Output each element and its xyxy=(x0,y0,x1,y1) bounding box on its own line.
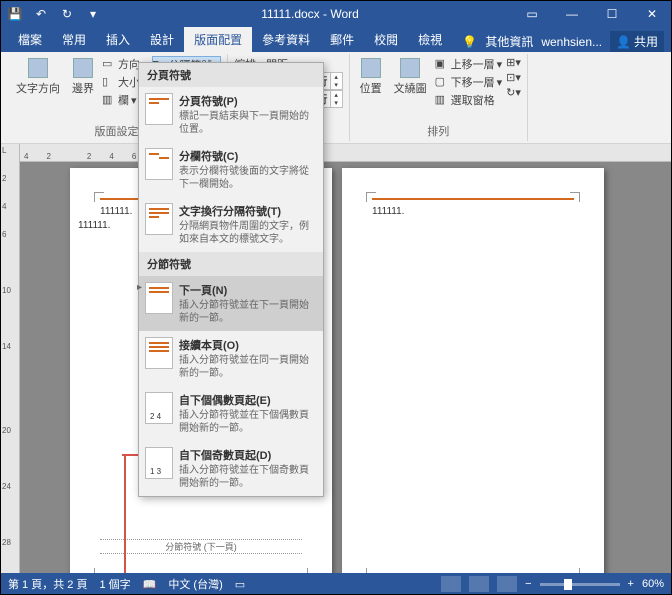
window-title: 11111.docx - Word xyxy=(108,7,512,21)
document-text-p2[interactable]: 111111. xyxy=(372,206,574,217)
wrap-text-button[interactable]: 文繞圖 xyxy=(390,56,431,108)
maximize-button[interactable]: ☐ xyxy=(592,0,632,28)
status-bar: 第 1 頁，共 2 頁 1 個字 📖 中文 (台灣) ▭ − + 60% xyxy=(0,573,672,595)
account-name[interactable]: wenhsien... xyxy=(541,35,602,49)
section-break-marker: 分節符號 (下一頁) xyxy=(100,539,302,554)
status-word-count[interactable]: 1 個字 xyxy=(99,576,130,592)
close-button[interactable]: ✕ xyxy=(632,0,672,28)
status-page[interactable]: 第 1 頁，共 2 頁 xyxy=(8,576,87,592)
ribbon: 文字方向 邊界 ▭方向▾ ▯大小▾ ▥欄▾ ≡分隔符號▾ 版面設定 縮排 →≡ … xyxy=(0,52,672,144)
selection-pane-button[interactable]: ▥選取窗格 xyxy=(435,92,503,108)
page-2[interactable]: 111111. xyxy=(342,168,604,573)
annotation-arrow xyxy=(124,454,126,573)
minimize-button[interactable]: — xyxy=(552,0,592,28)
dd-section-section-breaks: 分節符號 xyxy=(139,252,323,276)
text-direction-button[interactable]: 文字方向 xyxy=(12,56,64,108)
zoom-level[interactable]: 60% xyxy=(642,578,664,590)
align-button[interactable]: ⊞▾ xyxy=(506,56,521,69)
group-button[interactable]: ⊡▾ xyxy=(506,71,521,84)
tellme-icon[interactable]: 💡 xyxy=(462,35,477,49)
horizontal-ruler[interactable]: 4224630 xyxy=(20,144,672,162)
title-bar: 💾 ↶ ↻ ▾ 11111.docx - Word ▭ — ☐ ✕ xyxy=(0,0,672,28)
dd-item-even-page[interactable]: 2 4 自下個偶數頁起(E)插入分節符號並在下個偶數頁開始新的一節。 xyxy=(139,386,323,441)
view-print-layout[interactable] xyxy=(469,576,489,592)
tab-mailings[interactable]: 郵件 xyxy=(320,27,364,52)
position-button[interactable]: 位置 xyxy=(356,56,386,108)
dd-item-next-page[interactable]: 下一頁(N)插入分節符號並在下一頁開始新的一節。 xyxy=(139,276,323,331)
dd-item-column-break[interactable]: 分欄符號(C)表示分欄符號後面的文字將從下一欄開始。 xyxy=(139,142,323,197)
qa-more-button[interactable]: ▾ xyxy=(82,3,104,25)
tab-references[interactable]: 參考資料 xyxy=(252,27,320,52)
status-macro-icon[interactable]: ▭ xyxy=(235,578,245,591)
dd-item-odd-page[interactable]: 1 3 自下個奇數頁起(D)插入分節符號並在下個奇數頁開始新的一節。 xyxy=(139,441,323,496)
share-button[interactable]: 👤共用 xyxy=(610,31,664,52)
zoom-slider[interactable] xyxy=(540,583,620,586)
save-button[interactable]: 💾 xyxy=(4,3,26,25)
ribbon-tabs: 檔案 常用 插入 設計 版面配置 參考資料 郵件 校閱 檢視 💡 其他資訊 we… xyxy=(0,28,672,52)
quick-access-toolbar: 💾 ↶ ↻ ▾ xyxy=(0,3,108,25)
tab-insert[interactable]: 插入 xyxy=(96,27,140,52)
breaks-dropdown-menu: 分頁符號 分頁符號(P)標記一頁結束與下一頁開始的位置。 分欄符號(C)表示分欄… xyxy=(138,62,324,497)
tab-file[interactable]: 檔案 xyxy=(8,27,52,52)
undo-button[interactable]: ↶ xyxy=(30,3,52,25)
group-arrange-label: 排列 xyxy=(356,123,521,139)
vertical-ruler[interactable]: L 2 4 6 10 14 20 24 28 xyxy=(0,144,20,573)
rotate-button[interactable]: ↻▾ xyxy=(506,86,521,99)
zoom-out-button[interactable]: − xyxy=(525,578,531,590)
document-text-margin: 111111. xyxy=(78,220,110,231)
tab-review[interactable]: 校閱 xyxy=(364,27,408,52)
tellme-label[interactable]: 其他資訊 xyxy=(485,33,533,50)
tab-layout[interactable]: 版面配置 xyxy=(184,27,252,52)
dd-section-page-breaks: 分頁符號 xyxy=(139,63,323,87)
ribbon-display-options[interactable]: ▭ xyxy=(512,0,552,28)
send-backward-button[interactable]: ▢下移一層▾ xyxy=(435,74,503,90)
tab-design[interactable]: 設計 xyxy=(140,27,184,52)
view-web-layout[interactable] xyxy=(497,576,517,592)
tab-view[interactable]: 檢視 xyxy=(408,27,452,52)
status-spell-icon[interactable]: 📖 xyxy=(143,578,157,591)
dd-item-continuous[interactable]: 接續本頁(O)插入分節符號並在同一頁開始新的一節。 xyxy=(139,331,323,386)
status-language[interactable]: 中文 (台灣) xyxy=(168,576,222,592)
dd-item-text-wrapping-break[interactable]: 文字換行分隔符號(T)分隔網頁物件周圍的文字，例如來自本文的標號文字。 xyxy=(139,197,323,252)
dd-item-page-break[interactable]: 分頁符號(P)標記一頁結束與下一頁開始的位置。 xyxy=(139,87,323,142)
tab-home[interactable]: 常用 xyxy=(52,27,96,52)
view-read-mode[interactable] xyxy=(441,576,461,592)
margins-button[interactable]: 邊界 xyxy=(68,56,98,108)
redo-button[interactable]: ↻ xyxy=(56,3,78,25)
document-area: L 2 4 6 10 14 20 24 28 4224630 111111. 1… xyxy=(0,144,672,573)
zoom-in-button[interactable]: + xyxy=(628,578,634,590)
bring-forward-button[interactable]: ▣上移一層▾ xyxy=(435,56,503,72)
